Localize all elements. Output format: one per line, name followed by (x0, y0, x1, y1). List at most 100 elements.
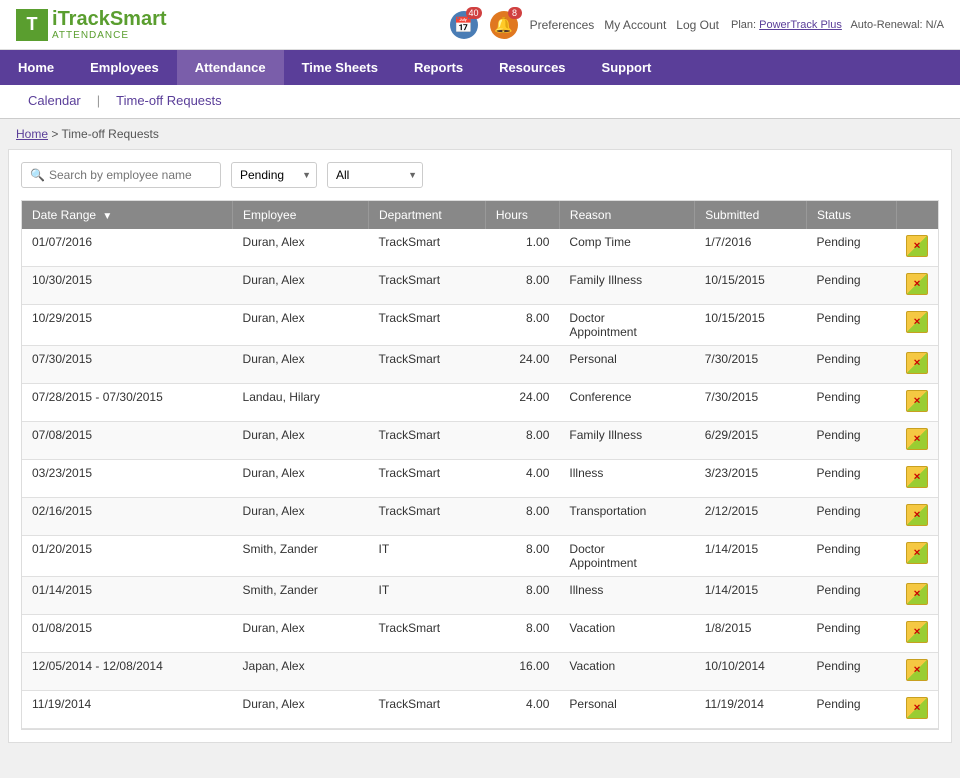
cell-reason: Conference (559, 384, 694, 422)
cell-status: Pending (807, 536, 896, 577)
alert-count: 8 (508, 7, 522, 19)
cell-hours: 8.00 (485, 615, 559, 653)
cell-department: IT (369, 577, 486, 615)
cell-status: Pending (807, 460, 896, 498)
cell-date: 02/16/2015 (22, 498, 233, 536)
cell-status: Pending (807, 267, 896, 305)
cell-employee: Smith, Zander (233, 577, 369, 615)
cell-submitted: 1/7/2016 (695, 229, 807, 267)
action-deny-icon[interactable] (906, 697, 928, 719)
cell-status: Pending (807, 229, 896, 267)
col-employee[interactable]: Employee (233, 201, 369, 229)
logo-letter: T (27, 14, 38, 35)
cell-action (896, 691, 938, 729)
cell-submitted: 1/14/2015 (695, 536, 807, 577)
logout-link[interactable]: Log Out (676, 18, 719, 32)
cell-submitted: 3/23/2015 (695, 460, 807, 498)
nav-reports[interactable]: Reports (396, 50, 481, 85)
cell-reason: Family Illness (559, 267, 694, 305)
table-body: 01/07/2016Duran, AlexTrackSmart1.00Comp … (22, 229, 938, 729)
col-hours[interactable]: Hours (485, 201, 559, 229)
my-account-link[interactable]: My Account (604, 18, 666, 32)
sort-icon: ▼ (102, 211, 112, 222)
logo-subtitle: ATTENDANCE (52, 30, 167, 41)
cell-status: Pending (807, 691, 896, 729)
action-deny-icon[interactable] (906, 583, 928, 605)
main-nav: Home Employees Attendance Time Sheets Re… (0, 50, 960, 85)
action-deny-icon[interactable] (906, 466, 928, 488)
cell-reason: Vacation (559, 615, 694, 653)
cell-submitted: 11/19/2014 (695, 691, 807, 729)
col-reason[interactable]: Reason (559, 201, 694, 229)
search-input[interactable] (49, 168, 212, 182)
cell-date: 07/08/2015 (22, 422, 233, 460)
breadcrumb-home[interactable]: Home (16, 127, 48, 141)
cell-employee: Duran, Alex (233, 346, 369, 384)
action-deny-icon[interactable] (906, 659, 928, 681)
nav-employees[interactable]: Employees (72, 50, 177, 85)
cell-date: 01/14/2015 (22, 577, 233, 615)
action-deny-icon[interactable] (906, 428, 928, 450)
action-deny-icon[interactable] (906, 352, 928, 374)
col-status[interactable]: Status (807, 201, 896, 229)
cell-reason: DoctorAppointment (559, 536, 694, 577)
action-deny-icon[interactable] (906, 311, 928, 333)
calendar-badge[interactable]: 📅 40 (450, 11, 478, 39)
action-deny-icon[interactable] (906, 390, 928, 412)
plan-name-link[interactable]: PowerTrack Plus (759, 19, 842, 31)
nav-timesheets[interactable]: Time Sheets (284, 50, 396, 85)
col-department[interactable]: Department (369, 201, 486, 229)
nav-attendance[interactable]: Attendance (177, 50, 284, 85)
table-row: 07/30/2015Duran, AlexTrackSmart24.00Pers… (22, 346, 938, 384)
cell-employee: Duran, Alex (233, 691, 369, 729)
action-deny-icon[interactable] (906, 504, 928, 526)
cell-reason: DoctorAppointment (559, 305, 694, 346)
table-row: 07/28/2015 - 07/30/2015Landau, Hilary24.… (22, 384, 938, 422)
cell-hours: 8.00 (485, 536, 559, 577)
subnav-calendar[interactable]: Calendar (16, 85, 93, 118)
preferences-link[interactable]: Preferences (530, 18, 595, 32)
table-row: 03/23/2015Duran, AlexTrackSmart4.00Illne… (22, 460, 938, 498)
col-submitted[interactable]: Submitted (695, 201, 807, 229)
breadcrumb-sep: > (51, 127, 61, 141)
cell-submitted: 10/10/2014 (695, 653, 807, 691)
breadcrumb: Home > Time-off Requests (0, 119, 960, 149)
cell-employee: Duran, Alex (233, 498, 369, 536)
cell-employee: Landau, Hilary (233, 384, 369, 422)
calendar-count: 40 (466, 7, 482, 19)
cell-action (896, 498, 938, 536)
cell-date: 10/29/2015 (22, 305, 233, 346)
cell-action (896, 384, 938, 422)
cell-hours: 8.00 (485, 267, 559, 305)
sub-nav: Calendar | Time-off Requests (0, 85, 960, 119)
cell-department (369, 653, 486, 691)
cell-department (369, 384, 486, 422)
cell-action (896, 460, 938, 498)
cell-employee: Duran, Alex (233, 229, 369, 267)
top-links: Preferences My Account Log Out (530, 18, 719, 32)
cell-reason: Comp Time (559, 229, 694, 267)
alert-badge[interactable]: 🔔 8 (490, 11, 518, 39)
col-action (896, 201, 938, 229)
cell-action (896, 536, 938, 577)
cell-hours: 1.00 (485, 229, 559, 267)
nav-home[interactable]: Home (0, 50, 72, 85)
subnav-timeoff[interactable]: Time-off Requests (104, 85, 234, 118)
action-deny-icon[interactable] (906, 621, 928, 643)
action-deny-icon[interactable] (906, 235, 928, 257)
cell-employee: Duran, Alex (233, 422, 369, 460)
cell-hours: 8.00 (485, 577, 559, 615)
filters-bar: 🔍 Pending Approved Denied All All TrackS… (21, 162, 939, 188)
status-select[interactable]: Pending Approved Denied All (231, 162, 317, 188)
top-header: T iTrackSmart ATTENDANCE 📅 40 🔔 8 Prefer… (0, 0, 960, 50)
action-deny-icon[interactable] (906, 273, 928, 295)
dept-select[interactable]: All TrackSmart IT (327, 162, 423, 188)
col-date-range[interactable]: Date Range ▼ (22, 201, 233, 229)
nav-resources[interactable]: Resources (481, 50, 583, 85)
cell-status: Pending (807, 305, 896, 346)
action-deny-icon[interactable] (906, 542, 928, 564)
nav-support[interactable]: Support (584, 50, 670, 85)
cell-action (896, 653, 938, 691)
cell-status: Pending (807, 384, 896, 422)
table-row: 01/14/2015Smith, ZanderIT8.00Illness1/14… (22, 577, 938, 615)
